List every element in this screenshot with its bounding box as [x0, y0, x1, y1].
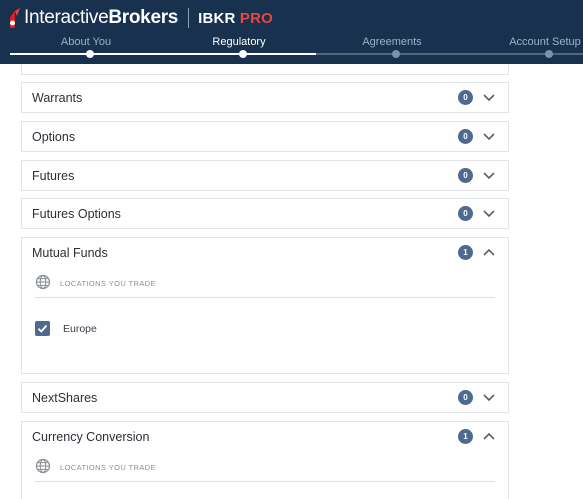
globe-icon	[35, 458, 51, 474]
step-regulatory[interactable]: Regulatory	[212, 36, 265, 48]
locations-header: LOCATIONS YOU TRADE	[35, 274, 495, 298]
brand-logo[interactable]: InteractiveBrokers IBKR PRO	[8, 6, 273, 30]
section-currency-conversion: Currency Conversion 1 LOCATIONS YOU TRAD…	[21, 421, 509, 499]
count-badge: 0	[458, 168, 473, 183]
section-title: Warrants	[32, 91, 83, 105]
step-about-you[interactable]: About You	[61, 36, 111, 48]
count-badge: 0	[458, 90, 473, 105]
count-badge: 1	[458, 245, 473, 260]
brand-divider	[188, 8, 190, 28]
section-header[interactable]: NextShares 0	[22, 383, 508, 413]
progress-steps: About You Regulatory Agreements Account …	[0, 34, 583, 64]
chevron-down-icon[interactable]	[482, 129, 496, 143]
chevron-down-icon[interactable]	[482, 206, 496, 220]
app-header: InteractiveBrokers IBKR PRO About You Re…	[0, 0, 583, 64]
section-futures: Futures 0	[21, 160, 509, 191]
chevron-down-icon[interactable]	[482, 168, 496, 182]
section-options: Options 0	[21, 121, 509, 152]
checkmark-icon	[37, 324, 48, 333]
count-badge: 0	[458, 206, 473, 221]
locations-label: LOCATIONS YOU TRADE	[60, 279, 156, 288]
section-header[interactable]: Futures Options 0	[22, 199, 508, 229]
section-title: Futures Options	[32, 207, 121, 221]
section-nextshares: NextShares 0	[21, 382, 509, 413]
section-title: Futures	[32, 169, 75, 183]
section-title: Currency Conversion	[32, 430, 150, 444]
chevron-down-icon[interactable]	[482, 90, 496, 104]
progress-track-remaining	[316, 53, 583, 55]
europe-checkbox[interactable]	[35, 321, 50, 336]
section-header[interactable]: Futures 0	[22, 161, 508, 191]
section-warrants: Warrants 0	[21, 82, 509, 113]
checkbox-label: Europe	[63, 323, 97, 335]
section-futures-options: Futures Options 0	[21, 198, 509, 229]
section-header[interactable]: Warrants 0	[22, 83, 508, 113]
step-agreements-dot	[392, 50, 400, 58]
main-content[interactable]: Warrants 0 Options 0 Futures 0 Futures O…	[0, 64, 583, 499]
section-header[interactable]: Mutual Funds 1	[22, 238, 508, 268]
locations-label: LOCATIONS YOU TRADE	[60, 463, 156, 472]
count-badge: 1	[458, 429, 473, 444]
section-title: Mutual Funds	[32, 246, 108, 260]
chevron-up-icon[interactable]	[482, 245, 496, 259]
brand-logo-icon	[10, 8, 20, 28]
chevron-down-icon[interactable]	[482, 390, 496, 404]
previous-card-edge	[21, 64, 509, 75]
product-name: IBKR PRO	[198, 9, 274, 27]
step-regulatory-dot	[239, 50, 247, 58]
chevron-up-icon[interactable]	[482, 429, 496, 443]
section-mutual-funds: Mutual Funds 1 LOCATIONS YOU TRADE Europ…	[21, 237, 509, 374]
brand-name: InteractiveBrokers	[24, 7, 179, 28]
section-header[interactable]: Options 0	[22, 122, 508, 152]
step-account-setup-dot	[545, 50, 553, 58]
section-title: Options	[32, 130, 76, 144]
locations-header: LOCATIONS YOU TRADE	[35, 458, 495, 482]
step-account-setup[interactable]: Account Setup	[509, 36, 581, 48]
globe-icon	[35, 274, 51, 290]
count-badge: 0	[458, 129, 473, 144]
section-header[interactable]: Currency Conversion 1	[22, 422, 508, 452]
step-agreements[interactable]: Agreements	[362, 36, 421, 48]
progress-track-complete	[10, 53, 316, 55]
count-badge: 0	[458, 390, 473, 405]
step-about-you-dot	[86, 50, 94, 58]
section-title: NextShares	[32, 391, 98, 405]
